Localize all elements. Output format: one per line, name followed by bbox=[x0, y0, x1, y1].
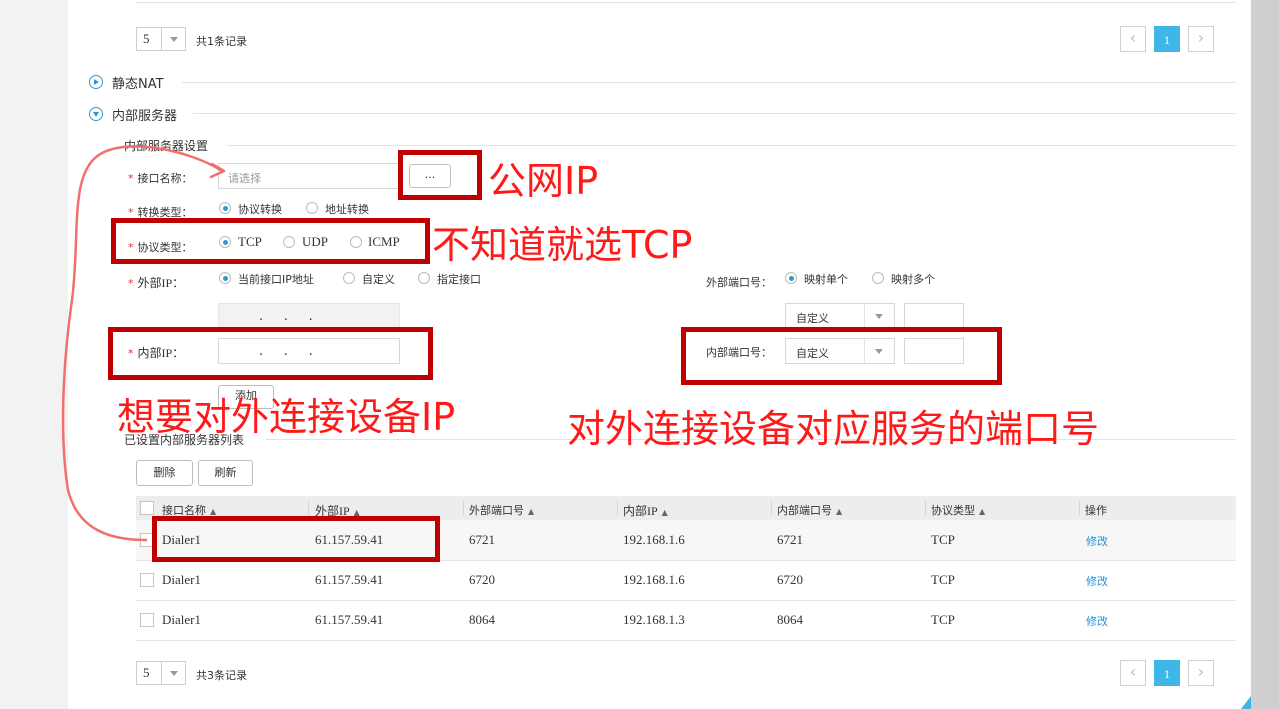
annotation-box-internal-port bbox=[681, 327, 1002, 385]
annotation-box-row bbox=[152, 516, 440, 562]
annotation-tcp-hint: 不知道就选TCP bbox=[432, 223, 693, 267]
page: 5 共1条记录 ‹ 1 › 静态NAT 内部服务器 内部服务器设置 * 接口名称：… bbox=[0, 0, 1279, 709]
annotation-box-protocol bbox=[111, 218, 430, 264]
annotation-box-browse bbox=[398, 150, 482, 200]
annotation-device-port: 对外连接设备对应服务的端口号 bbox=[567, 407, 1100, 451]
annotation-public-ip: 公网IP bbox=[488, 159, 599, 203]
annotation-box-internal-ip bbox=[108, 327, 433, 380]
annotation-device-ip: 想要对外连接设备IP bbox=[117, 395, 456, 439]
